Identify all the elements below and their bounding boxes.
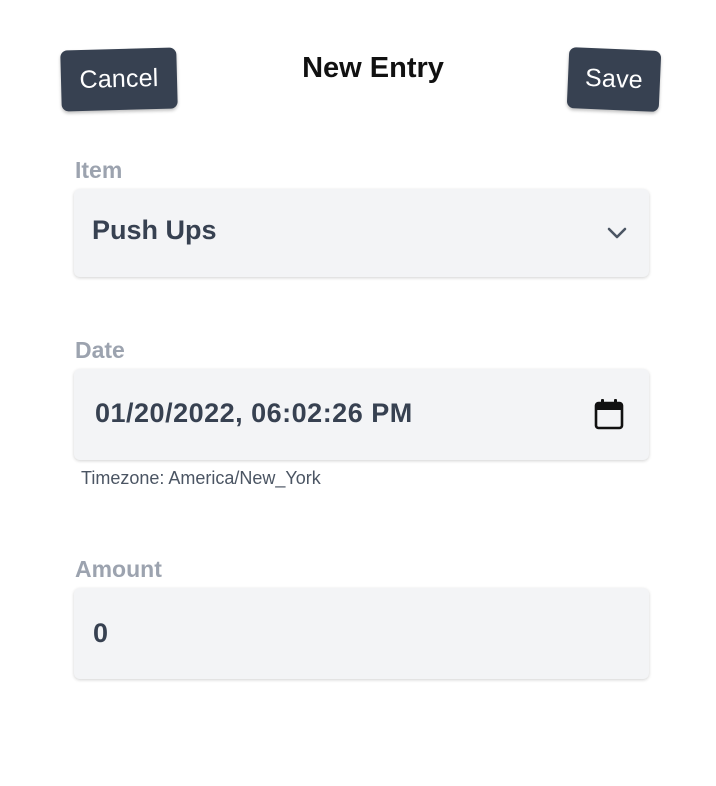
- item-select-value: Push Ups: [92, 215, 217, 245]
- date-label: Date: [75, 337, 125, 363]
- amount-label: Amount: [75, 556, 162, 582]
- item-select[interactable]: Push Ups: [74, 189, 649, 277]
- new-entry-page: Cancel New Entry Save Item Push Ups Date…: [0, 0, 716, 786]
- timezone-hint: Timezone: America/New_York: [81, 468, 321, 488]
- chevron-down-icon: [607, 227, 627, 239]
- save-button[interactable]: Save: [566, 47, 662, 112]
- date-input-value: 01/20/2022, 06:02:26 PM: [95, 398, 413, 428]
- amount-input-value: 0: [93, 618, 109, 648]
- item-label: Item: [75, 157, 123, 183]
- date-input[interactable]: 01/20/2022, 06:02:26 PM: [74, 369, 649, 460]
- amount-input[interactable]: 0: [74, 588, 649, 679]
- calendar-icon[interactable]: [594, 398, 624, 430]
